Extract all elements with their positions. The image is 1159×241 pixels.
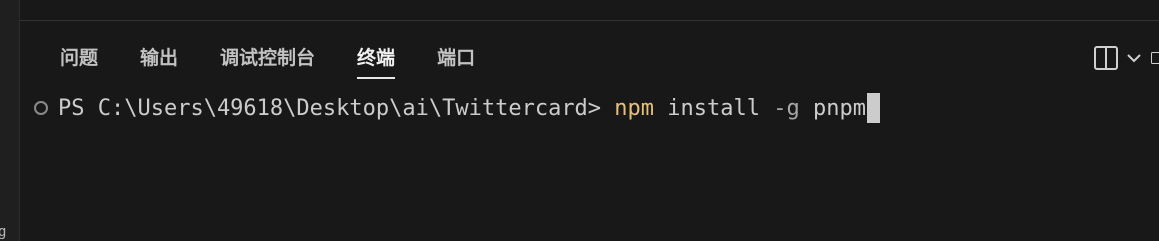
more-icon xyxy=(1151,52,1159,64)
tab-problems[interactable]: 问题 xyxy=(20,30,119,86)
panel-tab-bar: 问题 输出 调试控制台 终端 端口 xyxy=(20,30,496,86)
terminal-prompt: PS C:\Users\49618\Desktop\ai\Twittercard… xyxy=(58,95,615,121)
terminal-arg-install: install xyxy=(654,95,774,121)
terminal-flag: -g xyxy=(773,95,800,121)
tab-ports[interactable]: 端口 xyxy=(416,30,496,86)
terminal-arg-package: pnpm xyxy=(799,95,866,121)
split-terminal-button[interactable] xyxy=(1089,41,1123,75)
command-status-icon[interactable] xyxy=(34,101,48,115)
panel-controls xyxy=(1089,40,1159,76)
left-editor-edge: g xyxy=(0,0,19,241)
panel-top-border[interactable] xyxy=(20,20,1159,21)
tab-output[interactable]: 输出 xyxy=(119,30,199,86)
more-actions-button[interactable] xyxy=(1145,41,1159,75)
terminal-options-dropdown[interactable] xyxy=(1123,41,1145,75)
left-edge-glyph: g xyxy=(0,224,7,240)
terminal-command: npm xyxy=(614,95,655,121)
tab-terminal[interactable]: 终端 xyxy=(336,30,416,86)
terminal-cursor xyxy=(867,93,880,123)
chevron-down-icon xyxy=(1127,54,1141,63)
terminal-panel-window: g 问题 输出 调试控制台 终端 端口 PS C:\Users\49618\De… xyxy=(0,0,1159,241)
tab-debug-console[interactable]: 调试控制台 xyxy=(199,30,336,86)
terminal-output[interactable]: PS C:\Users\49618\Desktop\ai\Twittercard… xyxy=(34,92,880,124)
split-panel-icon xyxy=(1094,46,1118,70)
